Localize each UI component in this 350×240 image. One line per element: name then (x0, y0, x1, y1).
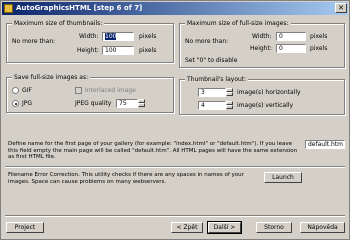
first-page-name-input[interactable]: default.htm (305, 140, 345, 149)
save-format-legend: Save full-size images as: (12, 74, 91, 82)
title-bar: AutoGraphicsHTML [step 6 of 7] ✕ (2, 2, 348, 15)
separator (5, 166, 345, 168)
full-no-more-than-label: No more than: (185, 38, 229, 45)
thumbnail-size-group: Maximum size of thumbnails: No more than… (6, 20, 174, 63)
footer-separator (5, 215, 345, 217)
wizard-window: AutoGraphicsHTML [step 6 of 7] ✕ Maximum… (0, 0, 350, 240)
thumb-height-input[interactable]: 100 (102, 46, 134, 55)
vertical-count-spinner[interactable] (226, 101, 233, 110)
thumb-height-label: Height: (77, 47, 99, 54)
first-page-description: Define name for the first page of your g… (8, 141, 298, 160)
close-icon[interactable]: ✕ (335, 3, 347, 13)
jpg-radio[interactable] (12, 100, 19, 107)
thumbnail-layout-legend: Thumbnail's layout: (185, 76, 249, 84)
horizontal-count-label: image(s) horizontally (237, 89, 301, 96)
full-height-unit: pixels (310, 45, 328, 52)
thumb-no-more-than-label: No more than: (12, 38, 56, 45)
app-icon (4, 4, 13, 13)
gif-radio[interactable] (12, 87, 19, 94)
thumb-width-unit: pixels (139, 33, 157, 40)
jpeg-quality-input[interactable]: 75 (116, 99, 138, 108)
vertical-count-label: image(s) vertically (237, 102, 293, 109)
save-format-group: Save full-size images as: GIF JPG Interl… (6, 74, 174, 113)
fullsize-size-legend: Maximum size of full-size images: (185, 20, 291, 28)
full-height-label: Height: (250, 45, 272, 52)
fullsize-size-group: Maximum size of full-size images: No mor… (179, 20, 345, 68)
full-width-unit: pixels (310, 33, 328, 40)
full-height-input[interactable]: 0 (276, 44, 306, 53)
cancel-button[interactable]: Storno (256, 222, 292, 233)
vertical-count-input[interactable]: 4 (198, 101, 226, 110)
horizontal-count-input[interactable]: 3 (198, 88, 226, 97)
gif-radio-label: GIF (22, 87, 32, 94)
jpeg-quality-spinner[interactable] (138, 99, 145, 108)
interlaced-label: Interlaced image (85, 87, 136, 94)
thumb-height-unit: pixels (139, 47, 157, 54)
project-button[interactable]: Project (6, 222, 44, 233)
thumb-width-label: Width: (79, 33, 99, 40)
full-disable-hint: Set "0" to disable (185, 57, 238, 64)
full-width-label: Width: (252, 33, 272, 40)
horizontal-count-spinner[interactable] (226, 88, 233, 97)
help-button[interactable]: Nápověda (300, 222, 345, 233)
launch-button[interactable]: Launch (264, 172, 302, 183)
full-width-input[interactable]: 0 (276, 32, 306, 41)
filename-correction-description: Filename Error Correction. This utility … (8, 172, 244, 185)
jpg-radio-label: JPG (22, 100, 33, 107)
thumb-width-input[interactable]: 100 (102, 32, 134, 41)
back-button[interactable]: < Zpět (171, 222, 203, 233)
next-button[interactable]: Další > (207, 221, 242, 234)
thumbnail-size-legend: Maximum size of thumbnails: (12, 20, 105, 28)
thumbnail-layout-group: Thumbnail's layout: 3 image(s) horizonta… (179, 76, 345, 115)
jpeg-quality-label: JPEG quality (75, 100, 112, 107)
window-title: AutoGraphicsHTML [step 6 of 7] (16, 4, 143, 12)
interlaced-checkbox[interactable] (75, 87, 82, 94)
